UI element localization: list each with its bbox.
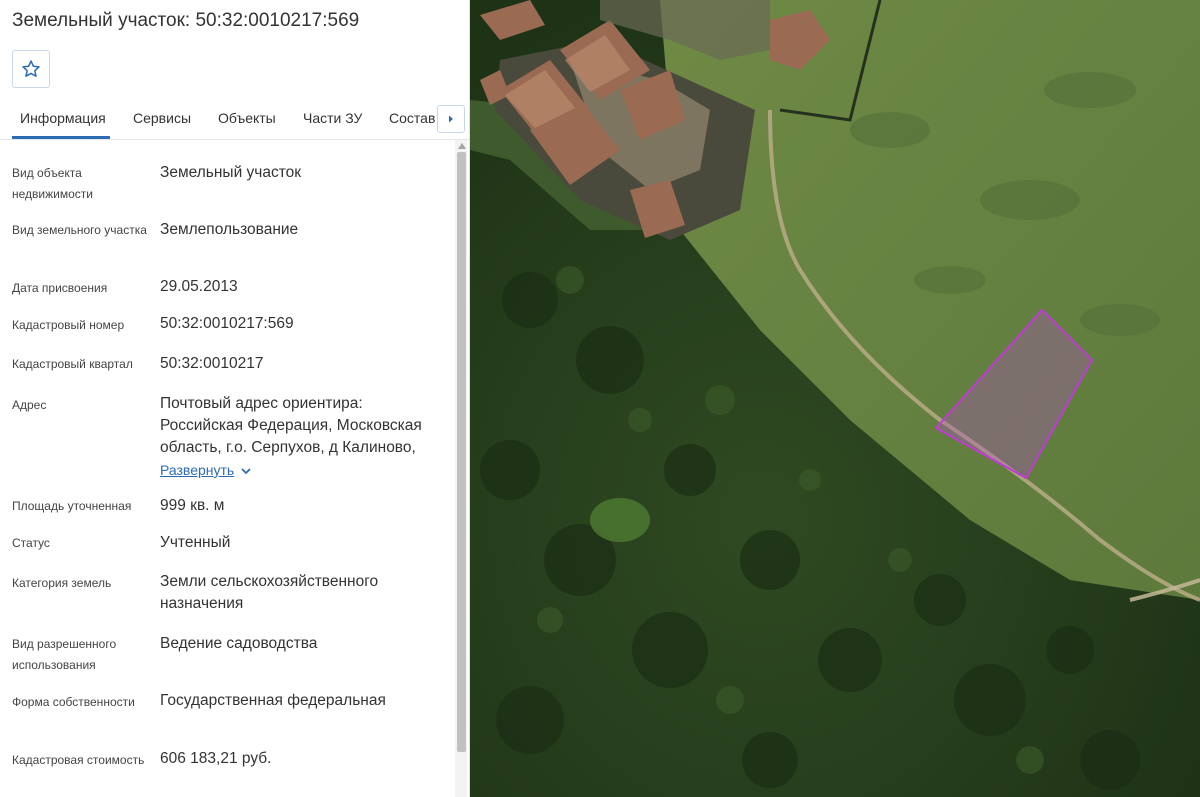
field-label-area: Площадь уточненная: [12, 499, 132, 513]
scrollbar-thumb[interactable]: [457, 152, 466, 752]
field-value-cadastral-number: 50:32:0010217:569: [160, 315, 294, 332]
scroll-up-arrow[interactable]: [458, 143, 466, 149]
property-list: Вид объекта недвижимости Земельный участ…: [0, 140, 455, 797]
field-label-status: Статус: [12, 536, 50, 550]
field-value-object-type: Земельный участок: [160, 164, 302, 181]
tab-composition[interactable]: Состав: [389, 110, 435, 126]
chevron-down-icon[interactable]: [240, 465, 252, 477]
field-value-permitted-use: Ведение садоводства: [160, 635, 318, 652]
map-view[interactable]: [470, 0, 1200, 797]
field-label-land-type: Вид земельного участка: [12, 223, 147, 237]
field-value-land-type: Землепользование: [160, 221, 299, 238]
field-value-status: Учтенный: [160, 534, 231, 551]
field-value-land-category: Земли сельскохозяйственного назначения: [160, 573, 379, 612]
field-value-cadastral-value: 606 183,21 руб.: [160, 750, 272, 767]
field-value-assign-date: 29.05.2013: [160, 278, 238, 295]
field-label-cadastral-quarter: Кадастровый квартал: [12, 357, 133, 371]
field-label-cadastral-value: Кадастровая стоимость: [12, 753, 145, 767]
field-value-area: 999 кв. м: [160, 497, 225, 514]
chevron-right-icon: [449, 115, 453, 123]
field-label-ownership: Форма собственности: [12, 695, 135, 709]
field-value-address: Почтовый адрес ориентира: Российская Фед…: [160, 395, 422, 456]
field-label-address: Адрес: [12, 398, 47, 412]
page-title: Земельный участок: 50:32:0010217:569: [12, 10, 360, 31]
expand-address-link[interactable]: Развернуть: [160, 462, 234, 478]
field-label-land-category: Категория земель: [12, 576, 112, 590]
field-label-permitted-use: Вид разрешенного использования: [12, 637, 117, 672]
tabs-next-button[interactable]: [437, 105, 465, 133]
field-label-assign-date: Дата присвоения: [12, 281, 108, 295]
info-panel: Земельный участок: 50:32:0010217:569 Инф…: [0, 0, 470, 797]
tab-information[interactable]: Информация: [20, 110, 106, 126]
active-tab-indicator: [12, 136, 110, 139]
favorite-button[interactable]: [12, 50, 50, 88]
field-label-object-type: Вид объекта недвижимости: [12, 166, 93, 201]
satellite-map-image: [470, 0, 1200, 797]
star-outline-icon: [22, 60, 40, 77]
tab-objects[interactable]: Объекты: [218, 110, 276, 126]
tab-services[interactable]: Сервисы: [133, 110, 191, 126]
tab-land-parts[interactable]: Части ЗУ: [303, 110, 362, 126]
field-label-cadastral-number: Кадастровый номер: [12, 318, 125, 332]
tab-bar: Информация Сервисы Объекты Части ЗУ Сост…: [0, 98, 469, 140]
field-value-cadastral-quarter: 50:32:0010217: [160, 355, 264, 372]
field-value-ownership: Государственная федеральная: [160, 692, 386, 709]
